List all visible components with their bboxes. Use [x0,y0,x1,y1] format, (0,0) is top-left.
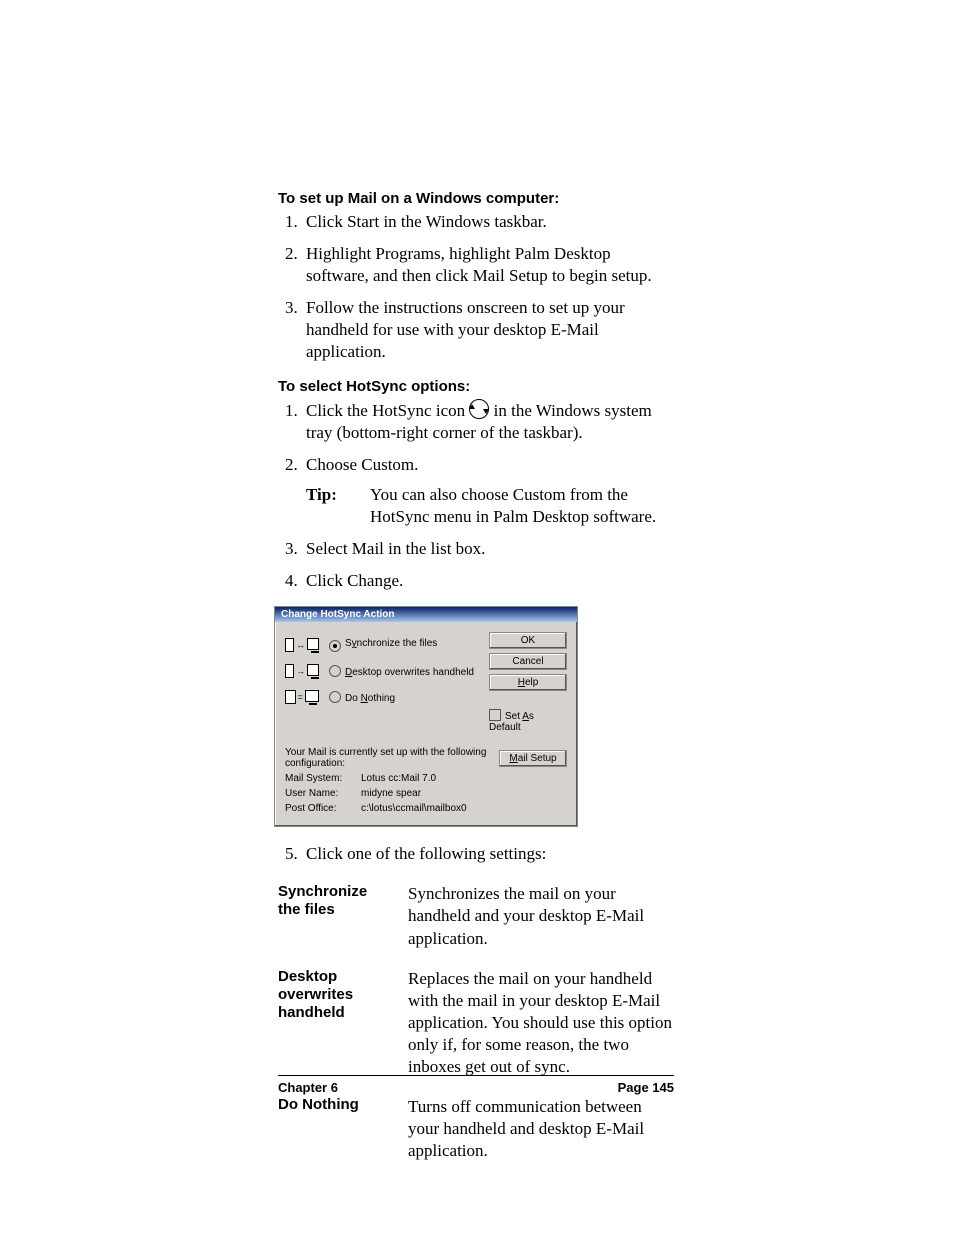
set-default-checkbox[interactable]: Set As Default [489,709,567,733]
radio-sync-files[interactable]: ↔ Synchronize the files [285,632,489,658]
list-item: Click the HotSync icon in the Windows sy… [302,399,674,444]
settings-row: Do Nothing Turns off communication betwe… [278,1096,674,1162]
tip-text: You can also choose Custom from the HotS… [370,484,674,528]
settings-row: Desktop overwrites handheld Replaces the… [278,968,674,1078]
setting-desc: Turns off communication between your han… [408,1096,674,1162]
mail-setup-button[interactable]: Mail Setup [499,750,567,767]
radio-icon [329,691,341,703]
list-item: Select Mail in the list box. [302,538,674,560]
text: Click the HotSync icon [306,401,469,420]
cancel-button[interactable]: Cancel [489,653,567,670]
radio-do-nothing[interactable]: = Do Nothing [285,684,489,710]
list-item: Highlight Programs, highlight Palm Deskt… [302,243,674,287]
radio-icon [329,665,341,677]
list-item: Click one of the following settings: [302,843,674,865]
settings-row: Synchronize the files Synchronizes the m… [278,883,674,949]
footer-chapter: Chapter 6 [278,1080,338,1095]
list-item: Click Change. [302,570,674,592]
config-row: Post Office:c:\lotus\ccmail\mailbox0 [285,803,567,814]
text: Choose Custom. [306,455,418,474]
config-row: User Name:midyne spear [285,788,567,799]
checkbox-icon [489,709,501,721]
setting-desc: Synchronizes the mail on your handheld a… [408,883,674,949]
settings-table: Synchronize the files Synchronizes the m… [278,883,674,1162]
setup-steps: Click Start in the Windows taskbar. High… [278,211,674,364]
setting-label: Synchronize the files [278,883,388,949]
setting-desc: Replaces the mail on your handheld with … [408,968,674,1078]
ok-button[interactable]: OK [489,632,567,649]
hotsync-steps: Click the HotSync icon in the Windows sy… [278,399,674,593]
footer-page: Page 145 [618,1080,674,1095]
heading-setup-mail: To set up Mail on a Windows computer: [278,190,674,207]
list-item: Click Start in the Windows taskbar. [302,211,674,233]
list-item: Choose Custom. Tip: You can also choose … [302,454,674,528]
setting-label: Do Nothing [278,1096,388,1162]
config-row: Mail System:Lotus cc:Mail 7.0 [285,773,567,784]
help-button[interactable]: Help [489,674,567,691]
list-item: Follow the instructions onscreen to set … [302,297,674,363]
tip-label: Tip: [306,484,370,528]
page: To set up Mail on a Windows computer: Cl… [0,0,954,1235]
radio-icon [329,640,341,652]
change-hotsync-dialog: Change HotSync Action ↔ Synchronize the … [274,606,578,827]
hotsync-icon [469,399,489,419]
setting-label: Desktop overwrites handheld [278,968,388,1078]
page-footer: Chapter 6 Page 145 [278,1075,674,1095]
hotsync-steps-cont: Click one of the following settings: [278,843,674,865]
heading-hotsync-options: To select HotSync options: [278,378,674,395]
radio-desktop-overwrites[interactable]: → Desktop overwrites handheld [285,658,489,684]
tip: Tip: You can also choose Custom from the… [306,484,674,528]
config-text: Your Mail is currently set up with the f… [285,747,489,769]
dialog-titlebar: Change HotSync Action [275,607,577,622]
